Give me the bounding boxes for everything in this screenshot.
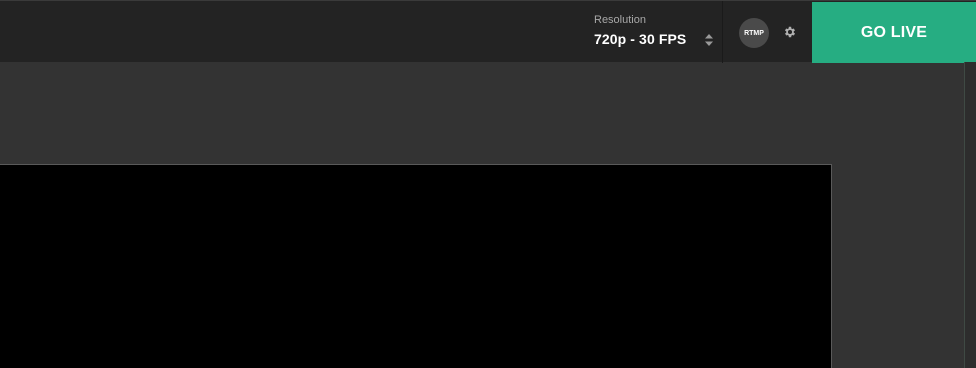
- resolution-label: Resolution: [594, 14, 646, 26]
- gear-icon[interactable]: [783, 25, 797, 39]
- resolution-value: 720p - 30 FPS: [594, 31, 687, 47]
- rtmp-button[interactable]: RTMP: [739, 18, 769, 48]
- side-panel-edge: [964, 62, 976, 368]
- go-live-button[interactable]: GO LIVE: [812, 2, 976, 63]
- header-divider: [722, 1, 723, 63]
- stream-preview: [0, 164, 832, 368]
- resolution-selector[interactable]: Resolution 720p - 30 FPS: [594, 14, 722, 54]
- updown-icon: [705, 34, 713, 46]
- top-bar: Resolution 720p - 30 FPS RTMP GO LIVE: [0, 0, 976, 63]
